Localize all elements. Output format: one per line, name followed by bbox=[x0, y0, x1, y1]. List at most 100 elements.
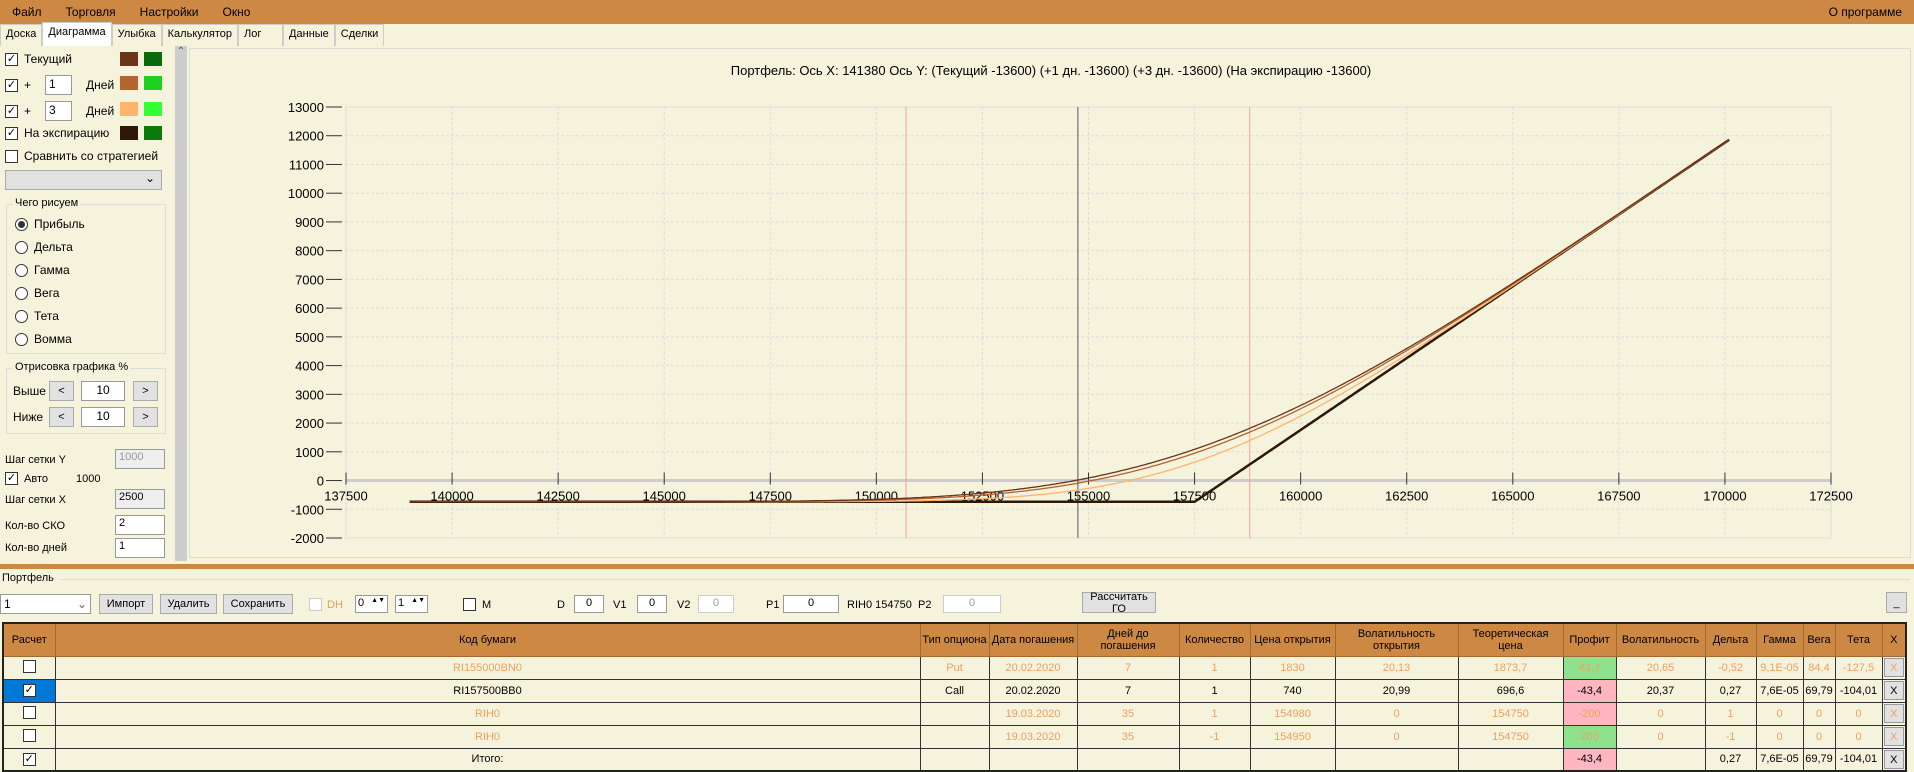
minimize-button[interactable]: _ bbox=[1886, 592, 1907, 613]
table-row[interactable]: RIH0 19.03.2020 35 -1 154950 0 154750 200 0 -1 0 0 0… bbox=[2, 724, 1907, 749]
remove-row-button[interactable]: X bbox=[1883, 727, 1904, 746]
v1-input[interactable]: 0 bbox=[637, 595, 667, 613]
import-button[interactable]: Импорт bbox=[99, 594, 153, 614]
menu-trade[interactable]: Торговля bbox=[54, 5, 128, 19]
column-header[interactable]: Дельта bbox=[1704, 622, 1757, 657]
p1-input[interactable]: 0 bbox=[783, 595, 839, 613]
above-input[interactable]: 10 bbox=[81, 381, 125, 401]
stepper-2[interactable]: 1 ▲▼ bbox=[395, 595, 428, 613]
radio-vega[interactable] bbox=[15, 286, 28, 300]
calc-checkbox[interactable] bbox=[22, 705, 36, 719]
above-increase-button[interactable]: > bbox=[133, 381, 158, 401]
table-row[interactable]: ✓ Итого: -43,4 0,27 7,6E-05 69,79 -104,01 X bbox=[2, 747, 1907, 772]
tab-deals[interactable]: Сделки bbox=[334, 24, 385, 46]
above-decrease-button[interactable]: < bbox=[49, 381, 74, 401]
tab-calculator[interactable]: Калькулятор bbox=[161, 24, 239, 46]
calc-checkbox[interactable]: ✓ bbox=[22, 684, 36, 697]
radio-vomma[interactable] bbox=[15, 332, 28, 346]
menu-about[interactable]: О программе bbox=[1817, 5, 1914, 19]
column-header[interactable]: Цена открытия bbox=[1249, 622, 1336, 657]
delete-button[interactable]: Удалить bbox=[160, 594, 217, 614]
ndays-label: Кол-во дней bbox=[5, 542, 68, 554]
radio-profit[interactable] bbox=[15, 217, 28, 231]
calc-checkbox[interactable] bbox=[22, 659, 36, 673]
stepper-1[interactable]: 0 ▲▼ bbox=[355, 595, 388, 613]
column-header[interactable]: Тип опциона bbox=[919, 622, 990, 657]
grid-y-input[interactable]: 1000 bbox=[115, 449, 165, 469]
day3-input[interactable]: 3 bbox=[45, 101, 73, 121]
current-color-swatch[interactable] bbox=[120, 52, 138, 66]
expiry-checkbox[interactable]: ✓ bbox=[5, 126, 18, 140]
below-increase-button[interactable]: > bbox=[133, 407, 158, 427]
column-header[interactable]: Гамма bbox=[1755, 622, 1804, 657]
column-header[interactable]: Дата погашения bbox=[988, 622, 1078, 657]
day1-input[interactable]: 1 bbox=[45, 75, 73, 95]
column-header[interactable]: Волатильность открытия bbox=[1334, 622, 1459, 657]
menu-settings[interactable]: Настройки bbox=[128, 5, 211, 19]
column-header[interactable]: Код бумаги bbox=[54, 622, 921, 657]
day1-color-swatch[interactable] bbox=[120, 76, 138, 90]
remove-row-button[interactable]: X bbox=[1883, 704, 1904, 723]
column-header[interactable]: Теоретическая цена bbox=[1457, 622, 1564, 657]
calculate-margin-button[interactable]: Рассчитать ГО bbox=[1082, 591, 1156, 615]
column-header[interactable]: Волатильность bbox=[1615, 622, 1706, 657]
column-header[interactable]: Расчет bbox=[2, 622, 56, 657]
grid-x-input[interactable]: 2500 bbox=[115, 489, 165, 509]
scroll-up-icon[interactable]: ⌃ bbox=[175, 46, 187, 57]
radio-delta[interactable] bbox=[15, 240, 28, 254]
menu-window[interactable]: Окно bbox=[211, 5, 263, 19]
column-header[interactable]: Количество bbox=[1178, 622, 1251, 657]
p2-input[interactable]: 0 bbox=[943, 595, 1001, 613]
remove-row-button[interactable]: X bbox=[1883, 658, 1904, 677]
table-row[interactable]: RI155000BN0 Put 20.02.2020 7 1 1830 20,13 1873,… bbox=[2, 655, 1907, 680]
remove-cell: X bbox=[1881, 747, 1907, 772]
tab-log[interactable]: Лог bbox=[238, 24, 284, 46]
table-cell: 1 bbox=[1704, 701, 1757, 726]
day1-color2-swatch[interactable] bbox=[144, 76, 162, 90]
left-panel-scrollbar[interactable]: ⌃ bbox=[175, 46, 187, 561]
expiry-color-swatch[interactable] bbox=[120, 126, 138, 140]
day1-checkbox[interactable]: ✓ bbox=[5, 78, 18, 92]
remove-row-button[interactable]: X bbox=[1883, 681, 1904, 700]
radio-gamma[interactable] bbox=[15, 263, 28, 277]
tab-diagram[interactable]: Диаграмма bbox=[42, 22, 112, 46]
column-header[interactable]: X bbox=[1881, 622, 1907, 657]
save-button[interactable]: Сохранить bbox=[223, 594, 293, 614]
calc-checkbox[interactable]: ✓ bbox=[22, 752, 36, 766]
calc-checkbox[interactable] bbox=[22, 728, 36, 742]
v2-input[interactable]: 0 bbox=[698, 595, 734, 613]
column-header[interactable]: Тета bbox=[1834, 622, 1883, 657]
expiry-color2-swatch[interactable] bbox=[144, 126, 162, 140]
below-decrease-button[interactable]: < bbox=[49, 407, 74, 427]
day3-color2-swatch[interactable] bbox=[144, 102, 162, 116]
day3-checkbox[interactable]: ✓ bbox=[5, 104, 18, 118]
tab-data[interactable]: Данные bbox=[283, 24, 335, 46]
dh-checkbox[interactable] bbox=[309, 598, 322, 611]
menu-file[interactable]: Файл bbox=[0, 5, 54, 19]
portfolio-select[interactable]: 1 ⌄ bbox=[0, 594, 91, 614]
compare-checkbox[interactable] bbox=[5, 149, 18, 163]
day3-color-swatch[interactable] bbox=[120, 102, 138, 116]
current-label: Текущий bbox=[24, 52, 72, 66]
current-checkbox[interactable]: ✓ bbox=[5, 52, 18, 66]
tab-board[interactable]: Доска bbox=[0, 24, 43, 46]
strategy-dropdown[interactable]: ⌄ bbox=[5, 170, 162, 190]
m-checkbox[interactable] bbox=[463, 598, 476, 611]
current-color2-swatch[interactable] bbox=[144, 52, 162, 66]
spin-icon[interactable]: ▲▼ bbox=[371, 597, 385, 604]
tab-smile[interactable]: Улыбка bbox=[111, 24, 162, 46]
ndays-input[interactable]: 1 bbox=[115, 538, 165, 558]
auto-checkbox[interactable]: ✓ bbox=[5, 472, 18, 485]
sko-input[interactable]: 2 bbox=[115, 515, 165, 535]
column-header[interactable]: Вега bbox=[1802, 622, 1836, 657]
radio-theta[interactable] bbox=[15, 309, 28, 323]
below-input[interactable]: 10 bbox=[81, 407, 125, 427]
d-input[interactable]: 0 bbox=[574, 595, 604, 613]
spin-icon[interactable]: ▲▼ bbox=[411, 597, 425, 604]
splitter[interactable] bbox=[0, 564, 1914, 569]
table-row[interactable]: RIH0 19.03.2020 35 1 154980 0 154750 -200 0 1 0 0 0 X bbox=[2, 701, 1907, 726]
column-header[interactable]: Дней до погашения bbox=[1076, 622, 1180, 657]
column-header[interactable]: Профит bbox=[1562, 622, 1617, 657]
remove-row-button[interactable]: X bbox=[1883, 749, 1904, 769]
table-row[interactable]: ✓ RI157500BB0 Call 20.02.2020 7 1 740 20,99 696,… bbox=[2, 678, 1907, 703]
